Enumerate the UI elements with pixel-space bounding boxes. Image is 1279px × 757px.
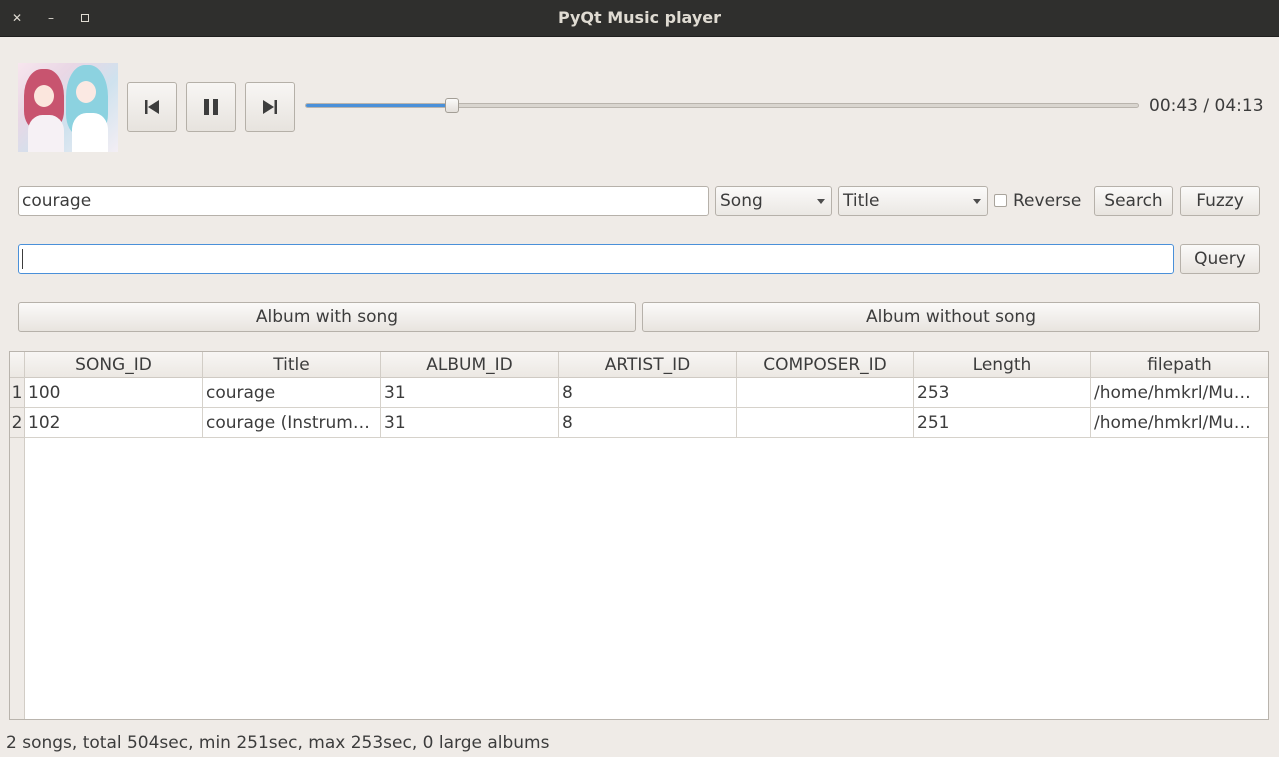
- column-header-artist-id[interactable]: ARTIST_ID: [559, 352, 737, 378]
- table-header: SONG_ID Title ALBUM_ID ARTIST_ID COMPOSE…: [10, 352, 1268, 378]
- table-cell[interactable]: 102: [25, 408, 203, 438]
- time-display: 00:43 / 04:13: [1149, 96, 1264, 116]
- table-row[interactable]: 2 102 courage (Instrum… 31 8 251 /home/h…: [10, 408, 1268, 438]
- column-header-length[interactable]: Length: [914, 352, 1091, 378]
- table-cell[interactable]: 31: [381, 408, 559, 438]
- column-header-filepath[interactable]: filepath: [1091, 352, 1268, 378]
- chevron-down-icon: [973, 199, 981, 204]
- table-corner[interactable]: [10, 352, 25, 378]
- search-button[interactable]: Search: [1094, 186, 1173, 216]
- table-cell[interactable]: 251: [914, 408, 1091, 438]
- previous-button[interactable]: [127, 82, 177, 132]
- progress-slider[interactable]: [305, 98, 1139, 113]
- window-title: PyQt Music player: [557, 8, 722, 27]
- status-bar-text: 2 songs, total 504sec, min 251sec, max 2…: [6, 733, 550, 753]
- column-header-composer-id[interactable]: COMPOSER_ID: [737, 352, 914, 378]
- results-table[interactable]: SONG_ID Title ALBUM_ID ARTIST_ID COMPOSE…: [9, 351, 1269, 720]
- table-cell[interactable]: /home/hmkrl/Mu…: [1091, 408, 1268, 438]
- row-number[interactable]: 1: [10, 378, 25, 408]
- table-row[interactable]: 1 100 courage 31 8 253 /home/hmkrl/Mu…: [10, 378, 1268, 408]
- table-cell[interactable]: /home/hmkrl/Mu…: [1091, 378, 1268, 408]
- pause-icon: [204, 99, 218, 115]
- album-cover: [18, 63, 118, 152]
- table-cell[interactable]: 100: [25, 378, 203, 408]
- table-cell[interactable]: [737, 408, 914, 438]
- search-field-value: Title: [843, 191, 880, 211]
- column-header-song-id[interactable]: SONG_ID: [25, 352, 203, 378]
- search-type-select[interactable]: Song: [715, 186, 832, 216]
- table-cell[interactable]: 8: [559, 408, 737, 438]
- reverse-label: Reverse: [1013, 191, 1082, 211]
- search-type-value: Song: [720, 191, 763, 211]
- column-header-album-id[interactable]: ALBUM_ID: [381, 352, 559, 378]
- sql-query-input[interactable]: [18, 244, 1174, 274]
- table-cell[interactable]: 253: [914, 378, 1091, 408]
- album-without-song-button[interactable]: Album without song: [642, 302, 1260, 332]
- search-field-select[interactable]: Title: [838, 186, 988, 216]
- column-header-title[interactable]: Title: [203, 352, 381, 378]
- table-cell[interactable]: courage: [203, 378, 381, 408]
- progress-fill: [306, 104, 453, 107]
- pause-button[interactable]: [186, 82, 236, 132]
- fuzzy-button[interactable]: Fuzzy: [1180, 186, 1260, 216]
- slider-handle[interactable]: [445, 98, 460, 113]
- row-number[interactable]: 2: [10, 408, 25, 438]
- table-cell[interactable]: 8: [559, 378, 737, 408]
- chevron-down-icon: [817, 199, 825, 204]
- table-cell[interactable]: 31: [381, 378, 559, 408]
- reverse-checkbox[interactable]: [994, 194, 1007, 207]
- album-with-song-button[interactable]: Album with song: [18, 302, 636, 332]
- query-button[interactable]: Query: [1180, 244, 1260, 274]
- search-input[interactable]: courage: [18, 186, 709, 216]
- skip-next-icon: [263, 100, 277, 114]
- skip-previous-icon: [145, 100, 159, 114]
- table-cell[interactable]: [737, 378, 914, 408]
- next-button[interactable]: [245, 82, 295, 132]
- window-titlebar: ✕ – PyQt Music player: [0, 0, 1279, 37]
- table-cell[interactable]: courage (Instrum…: [203, 408, 381, 438]
